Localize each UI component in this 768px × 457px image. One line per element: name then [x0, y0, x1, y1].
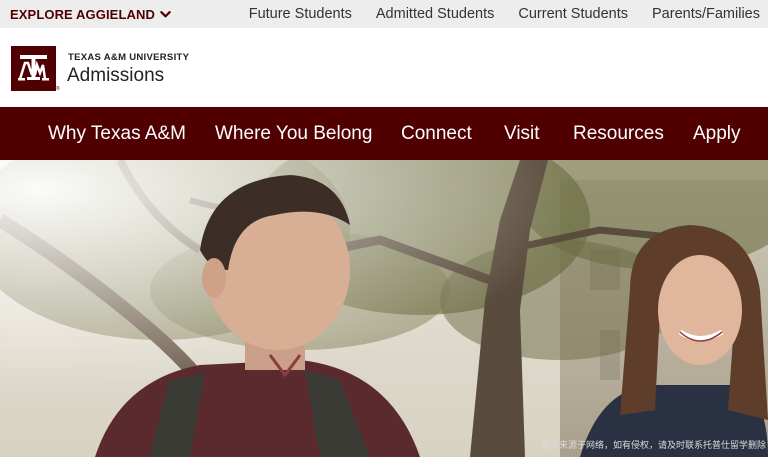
hero-watermark: 图片来源于网络，如有侵权，请及时联系托普仕留学删除 — [540, 440, 766, 450]
nav-apply[interactable]: Apply — [693, 107, 741, 160]
registered-mark: ® — [56, 86, 60, 92]
hero-image: 图片来源于网络，如有侵权，请及时联系托普仕留学删除 — [0, 160, 768, 457]
admitted-students-link[interactable]: Admitted Students — [376, 6, 495, 22]
nav-where-you-belong[interactable]: Where You Belong — [215, 107, 372, 160]
students-walking-on-campus-photo — [0, 160, 768, 457]
atm-logo-icon[interactable] — [11, 46, 56, 91]
parents-families-link[interactable]: Parents/Families — [652, 6, 760, 22]
main-nav: Why Texas A&M Where You Belong Connect V… — [0, 107, 768, 160]
university-name: TEXAS A&M UNIVERSITY — [68, 52, 190, 63]
nav-connect[interactable]: Connect — [401, 107, 472, 160]
explore-aggieland-label: EXPLORE AGGIELAND — [10, 6, 155, 22]
nav-why-texas-am[interactable]: Why Texas A&M — [48, 107, 186, 160]
explore-aggieland-button[interactable]: EXPLORE AGGIELAND — [10, 0, 171, 28]
current-students-link[interactable]: Current Students — [518, 6, 628, 22]
department-title[interactable]: Admissions — [67, 65, 164, 87]
nav-resources[interactable]: Resources — [573, 107, 664, 160]
nav-visit[interactable]: Visit — [504, 107, 540, 160]
future-students-link[interactable]: Future Students — [249, 6, 352, 22]
site-header: ® TEXAS A&M UNIVERSITY Admissions — [0, 28, 768, 107]
chevron-down-icon — [160, 10, 171, 17]
atm-logo-mark — [18, 55, 49, 81]
audience-links: Future Students Admitted Students Curren… — [249, 0, 760, 28]
utility-bar: EXPLORE AGGIELAND Future Students Admitt… — [0, 0, 768, 28]
